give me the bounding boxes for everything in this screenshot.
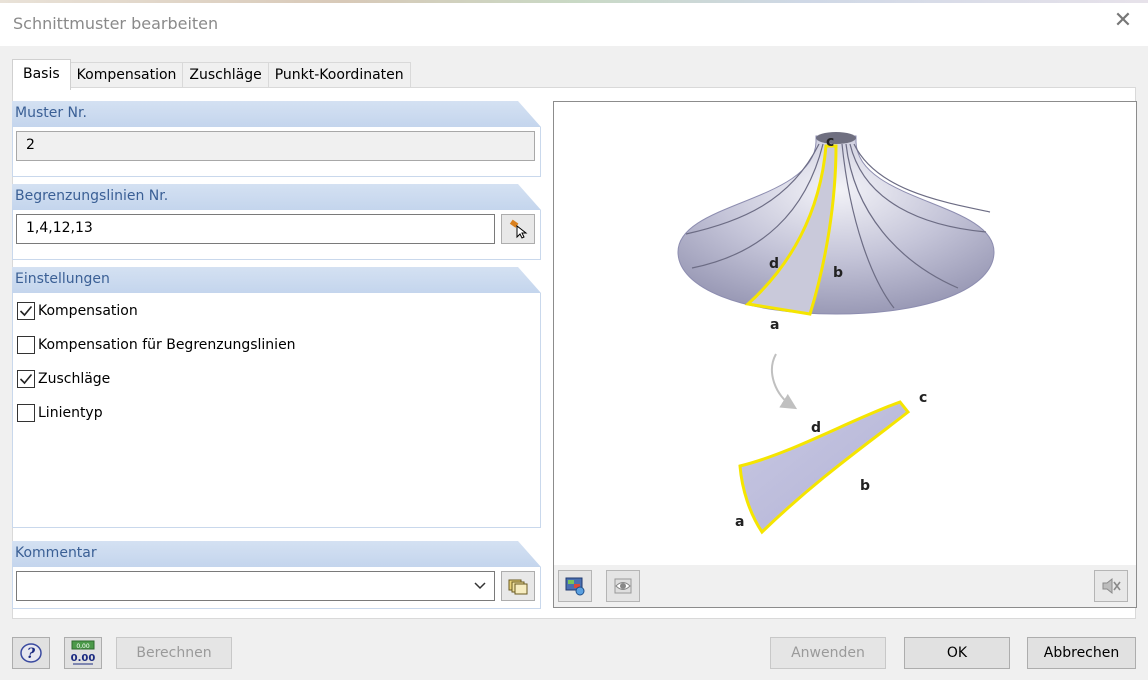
option-linientyp[interactable]: Linientyp xyxy=(17,403,103,423)
pattern-label-a: a xyxy=(735,514,744,530)
label-kompensation-begrenzungslinien: Kompensation für Begrenzungslinien xyxy=(38,337,296,353)
label-linientyp: Linientyp xyxy=(38,405,103,421)
units-top-text: 0,00 xyxy=(76,643,90,650)
help-icon: ? xyxy=(20,643,42,663)
checkmark-icon xyxy=(19,305,33,317)
close-icon[interactable]: ✕ xyxy=(1112,10,1134,32)
preview-panel: d b a c d c b a xyxy=(553,101,1137,608)
muster-nr-field: 2 xyxy=(16,131,535,161)
pick-cursor-icon xyxy=(509,219,528,239)
checkbox-kompensation-begrenzungslinien[interactable] xyxy=(17,336,35,354)
pattern-label-c: c xyxy=(919,390,927,406)
surface-label-b: b xyxy=(833,265,843,281)
tab-zuschlaege[interactable]: Zuschläge xyxy=(183,62,269,89)
comment-library-button[interactable] xyxy=(501,571,535,601)
comment-library-icon xyxy=(508,579,528,595)
transform-arrow-icon xyxy=(771,353,798,410)
checkmark-icon xyxy=(19,373,33,385)
berechnen-button[interactable]: Berechnen xyxy=(116,637,232,669)
group-header-begrenzung: Begrenzungslinien Nr. xyxy=(12,184,541,210)
checkbox-linientyp[interactable] xyxy=(17,404,35,422)
group-header-muster: Muster Nr. xyxy=(12,101,541,127)
surface-label-d: d xyxy=(769,256,779,272)
pattern-label-b: b xyxy=(860,478,870,494)
ok-button[interactable]: OK xyxy=(904,637,1010,669)
tab-kompensation[interactable]: Kompensation xyxy=(70,62,184,89)
kommentar-combobox[interactable] xyxy=(16,571,495,601)
abbrechen-button[interactable]: Abbrechen xyxy=(1027,637,1136,669)
group-header-kommentar: Kommentar xyxy=(12,541,541,567)
pick-lines-button[interactable] xyxy=(501,214,535,244)
svg-text:?: ? xyxy=(27,646,36,662)
preview-toolbar xyxy=(554,565,1136,607)
help-button[interactable]: ? xyxy=(12,637,50,669)
surface-label-c: c xyxy=(826,134,834,150)
tab-strip: Basis Kompensation Zuschläge Punkt-Koord… xyxy=(12,59,411,90)
toggle-visibility-button[interactable] xyxy=(606,570,640,602)
group-muster-nr: Muster Nr. 2 xyxy=(12,101,541,177)
speaker-muted-icon xyxy=(1102,577,1121,595)
option-kompensation[interactable]: Kompensation xyxy=(17,301,138,321)
surface-label-a: a xyxy=(770,317,779,333)
flattened-pattern: d c b a xyxy=(735,390,927,535)
tab-basis[interactable]: Basis xyxy=(12,59,71,90)
group-kommentar: Kommentar xyxy=(12,541,541,609)
group-header-einstellungen: Einstellungen xyxy=(12,267,541,293)
funnel-surface: d b a c xyxy=(677,132,995,333)
units-bottom-text: 0.00 xyxy=(71,653,96,664)
label-kompensation: Kompensation xyxy=(38,303,138,319)
mute-preview-button[interactable] xyxy=(1094,570,1128,602)
chevron-down-icon xyxy=(474,582,486,590)
eye-icon xyxy=(614,578,632,594)
view-model-button[interactable] xyxy=(558,570,592,602)
title-bar: Schnittmuster bearbeiten ✕ xyxy=(0,0,1148,46)
anwenden-button[interactable]: Anwenden xyxy=(770,637,886,669)
units-button[interactable]: 0,00 0.00 xyxy=(64,637,102,669)
checkbox-kompensation[interactable] xyxy=(17,302,35,320)
checkbox-zuschlaege[interactable] xyxy=(17,370,35,388)
pattern-label-d: d xyxy=(811,420,821,436)
tab-punkt-koordinaten[interactable]: Punkt-Koordinaten xyxy=(268,62,411,89)
units-decimal-icon: 0,00 0.00 xyxy=(71,640,96,665)
group-begrenzungslinien: Begrenzungslinien Nr. 1,4,12,13 xyxy=(12,184,541,260)
group-einstellungen: Einstellungen Kompensation Kompensation … xyxy=(12,267,541,528)
option-kompensation-begrenzungslinien[interactable]: Kompensation für Begrenzungslinien xyxy=(17,335,296,355)
label-zuschlaege: Zuschläge xyxy=(38,371,111,387)
window-title: Schnittmuster bearbeiten xyxy=(13,14,219,33)
begrenzungslinien-input[interactable]: 1,4,12,13 xyxy=(16,214,495,244)
cutting-pattern-illustration: d b a c d c b a xyxy=(677,132,995,535)
option-zuschlaege[interactable]: Zuschläge xyxy=(17,369,110,389)
model-view-icon xyxy=(565,577,585,596)
